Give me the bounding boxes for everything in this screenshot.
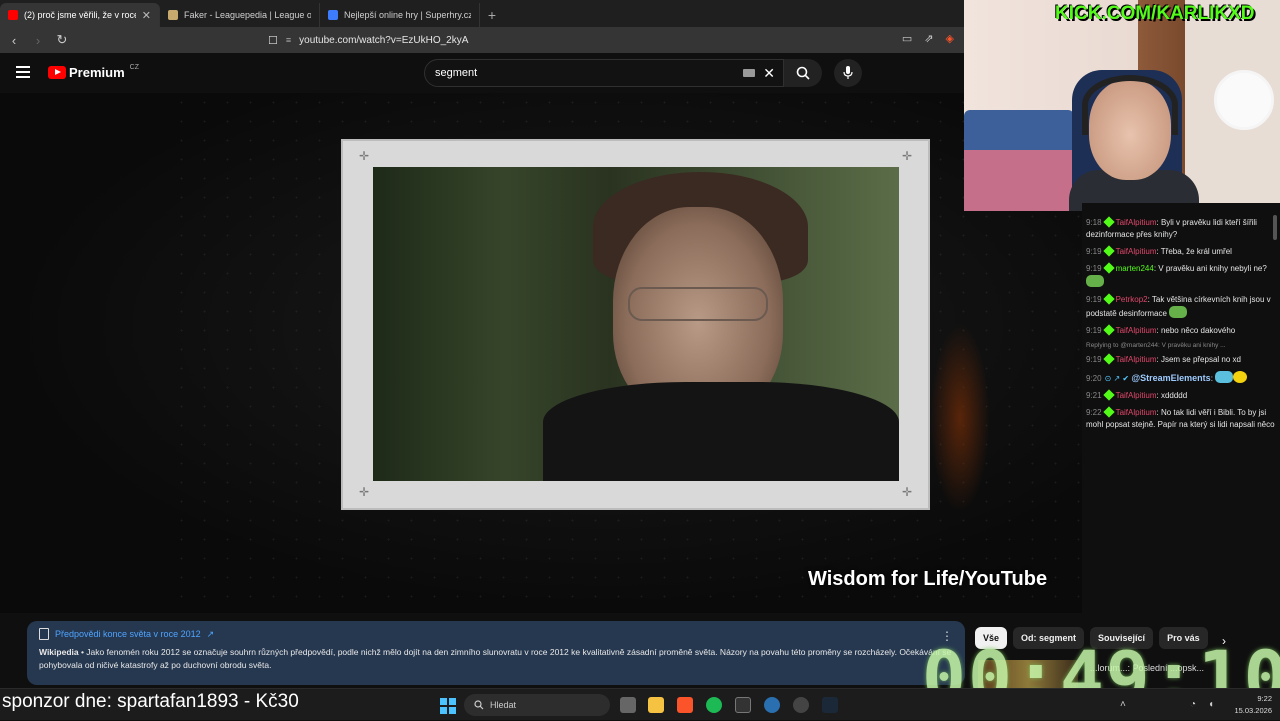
taskbar-clock[interactable]: 9:22 15.03.2026: [1234, 693, 1272, 717]
emote-icon: [1215, 371, 1234, 383]
clear-search-icon[interactable]: ✕: [763, 65, 775, 82]
sponsor-banner: sponzor dne: spartafan1893 - Kč30: [2, 691, 299, 712]
chat-message: 9:20 ⊙ ↗ ✔ @StreamElements:: [1082, 369, 1280, 388]
back-icon[interactable]: ‹: [4, 33, 24, 48]
webcam-blanket: [964, 150, 1084, 211]
crosshair-mark: ✛: [359, 149, 370, 163]
chat-scrollbar[interactable]: [1273, 215, 1277, 240]
site-info-icon[interactable]: ≡: [286, 35, 291, 45]
info-text: • Jako fenomén roku 2012 se označuje sou…: [39, 647, 952, 670]
taskbar: sponzor dne: spartafan1893 - Kč30 Hledat…: [0, 688, 1280, 720]
youtube-logo[interactable]: Premium CZ: [48, 64, 139, 80]
search-input[interactable]: segment ✕: [424, 59, 784, 87]
chat-message: 9:19 TaifAlpitium: nebo něco dakového: [1086, 324, 1236, 336]
address-bar: ‹ › ↻ ☐ ≡ youtube.com/watch?v=EzUkHO_2ky…: [0, 27, 964, 53]
crosshair-mark: ✛: [359, 485, 370, 499]
menu-icon[interactable]: [16, 66, 30, 78]
info-source: Wikipedia: [39, 647, 79, 657]
webcam-overlay: [964, 0, 1280, 211]
voice-search-button[interactable]: [834, 59, 862, 87]
forward-icon[interactable]: ›: [28, 33, 48, 48]
url-field[interactable]: ☐ ≡ youtube.com/watch?v=EzUkHO_2kyA: [268, 34, 468, 47]
search-button[interactable]: [784, 59, 822, 87]
clock-date: 15.03.2026: [1234, 706, 1272, 715]
search-icon: [796, 66, 810, 80]
taskbar-search[interactable]: Hledat: [464, 694, 610, 716]
document-icon: [39, 628, 49, 640]
photo-frame: ✛ ✛ ✛ ✛: [341, 139, 930, 510]
webcam-fan: [1214, 70, 1274, 130]
tab-title: Nejlepší online hry | Superhry.cz: [344, 10, 471, 20]
share-icon[interactable]: ⇗: [924, 32, 933, 45]
cast-icon[interactable]: ▭: [902, 32, 912, 45]
youtube-header: Premium CZ segment ✕: [0, 53, 964, 93]
chat-message: 9:19 Petrkop2: Tak většina církevních kni…: [1086, 293, 1271, 318]
brave-shield-icon[interactable]: ◈: [946, 32, 954, 45]
video-frame-image: [373, 167, 899, 481]
spotify-icon[interactable]: [706, 697, 722, 713]
tab-title: (2) proč jsme věřili, že v roce 20...: [24, 10, 136, 20]
external-link-icon: ↗: [206, 628, 215, 639]
volume-icon[interactable]: ◖: [1208, 699, 1214, 710]
video-player[interactable]: ✛ ✛ ✛ ✛ Wisdom for Life/YouTube: [0, 93, 1100, 613]
info-panel-title: Předpovědi konce světa v roce 2012: [55, 629, 201, 639]
browser-tab-leaguepedia[interactable]: Faker - Leaguepedia | League of Leg...: [160, 3, 320, 27]
tab-title: Faker - Leaguepedia | League of Leg...: [184, 10, 311, 20]
video-caption: Wisdom for Life/YouTube: [808, 568, 1048, 590]
crosshair-mark: ✛: [902, 485, 913, 499]
chat-message: 9:19 marten244: V pravěku ani knihy nebyl…: [1082, 261, 1280, 292]
file-explorer-icon[interactable]: [648, 697, 664, 713]
reload-icon[interactable]: ↻: [52, 32, 72, 48]
fire-glow: [930, 323, 990, 513]
emote-icon: [1169, 306, 1188, 318]
youtube-play-icon: [48, 66, 66, 79]
webcam-headphones: [1082, 75, 1178, 135]
kick-channel-label: KICK.COM/KARLIKXD: [1055, 3, 1255, 24]
brave-browser-icon[interactable]: [677, 697, 693, 713]
emote-icon: [1233, 371, 1248, 383]
superhry-favicon-icon: [328, 10, 338, 20]
ccleaner-icon[interactable]: [764, 697, 780, 713]
windows-start-icon[interactable]: [440, 698, 456, 714]
chat-message: 9:19 TaifAlpitium: Jsem se přepsal no xd: [1086, 353, 1241, 365]
obs-icon[interactable]: [793, 697, 809, 713]
steam-icon[interactable]: [822, 697, 838, 713]
network-icon[interactable]: ◔: [1190, 699, 1196, 710]
stream-chat: 9:18 TaifAlpitium: Byli v pravěku lidi kt…: [1082, 203, 1280, 613]
chat-message: 9:21 TaifAlpitium: xddddd: [1086, 389, 1188, 401]
chat-message: 9:18 TaifAlpitium: Byli v pravěku lidi kt…: [1086, 216, 1257, 239]
person-glasses: [628, 287, 768, 321]
info-panel: Předpovědi konce světa v roce 2012 ↗ Wik…: [27, 621, 965, 685]
close-tab-icon[interactable]: ✕: [142, 9, 151, 22]
person-shirt: [543, 382, 899, 481]
clock-time: 9:22: [1257, 694, 1272, 703]
bookmark-icon[interactable]: ☐: [268, 34, 278, 47]
emote-icon: [1086, 275, 1104, 287]
keyboard-icon[interactable]: [743, 69, 755, 77]
microphone-icon: [843, 66, 853, 79]
url-text: youtube.com/watch?v=EzUkHO_2kyA: [299, 34, 469, 46]
new-tab-button[interactable]: +: [480, 3, 504, 27]
chat-message: 9:19 TaifAlpitium: Třeba, že král umřel: [1086, 245, 1232, 257]
country-code: CZ: [129, 64, 139, 71]
task-view-icon[interactable]: [620, 697, 636, 713]
terminal-icon[interactable]: [735, 697, 751, 713]
logo-text: Premium: [69, 65, 125, 80]
browser-tab-youtube[interactable]: (2) proč jsme věřili, že v roce 20... ✕: [0, 3, 160, 27]
chat-reply-context: Replying to @marten244: V pravěku ani kn…: [1086, 342, 1226, 349]
browser-tab-superhry[interactable]: Nejlepší online hry | Superhry.cz: [320, 3, 480, 27]
crosshair-mark: ✛: [902, 149, 913, 163]
youtube-favicon-icon: [8, 10, 18, 20]
leaguepedia-favicon-icon: [168, 10, 178, 20]
search-value: segment: [435, 67, 478, 79]
chat-message: 9:22 TaifAlpitium: No tak lidi věří i Bib…: [1086, 406, 1275, 429]
info-panel-body: Wikipedia • Jako fenomén roku 2012 se oz…: [39, 646, 953, 672]
info-panel-link[interactable]: Předpovědi konce světa v roce 2012 ↗: [39, 628, 953, 640]
search-icon: [474, 700, 484, 710]
taskbar-search-placeholder: Hledat: [490, 700, 517, 710]
tray-chevron-icon[interactable]: ˄: [1120, 699, 1126, 710]
browser-tab-bar: (2) proč jsme věřili, že v roce 20... ✕ …: [0, 0, 964, 27]
